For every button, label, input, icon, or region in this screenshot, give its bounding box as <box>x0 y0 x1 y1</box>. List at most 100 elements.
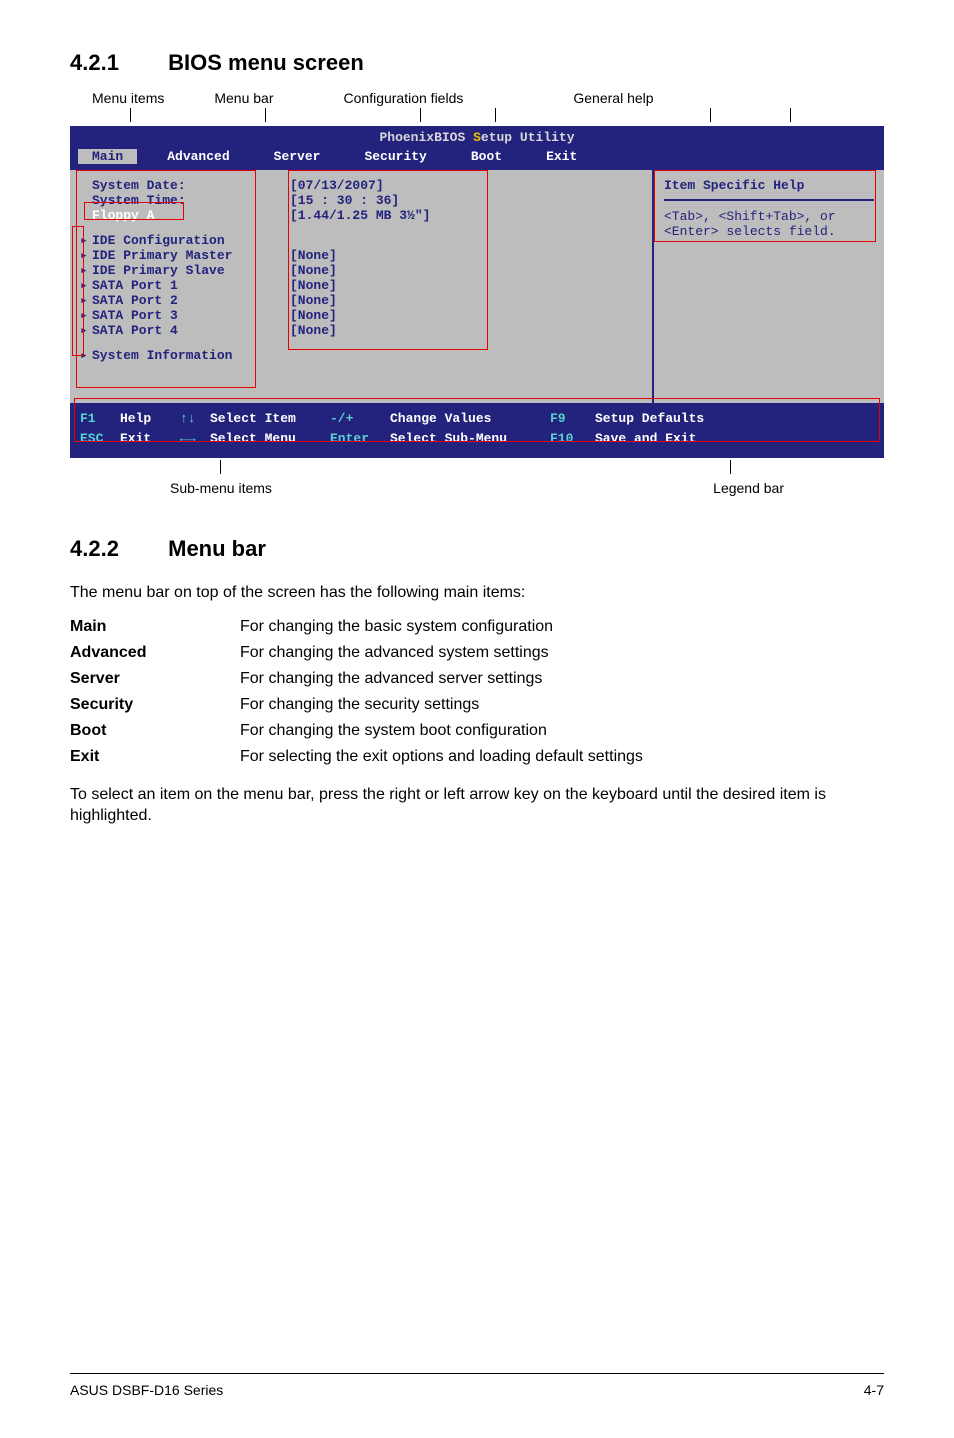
after-table-text: To select an item on the menu bar, press… <box>70 784 884 827</box>
legend-setup-defaults: Setup Defaults <box>595 409 704 429</box>
row-ide-config[interactable]: ▸IDE Configuration <box>80 233 642 248</box>
tab-exit[interactable]: Exit <box>524 149 599 164</box>
label-sata2: SATA Port 2 <box>92 293 178 308</box>
legend-save-exit: Save and Exit <box>595 429 696 449</box>
footer-right: 4-7 <box>864 1382 884 1398</box>
legend-f10: F10 <box>550 429 595 449</box>
submenu-arrow-icon: ▸ <box>80 263 92 278</box>
page-footer: ASUS DSBF-D16 Series 4-7 <box>70 1382 884 1398</box>
value-sata4: [None] <box>290 323 337 338</box>
section-number-2: 4.2.2 <box>70 536 162 562</box>
term-boot: Boot <box>70 718 240 744</box>
bios-help-panel: Item Specific Help <Tab>, <Shift+Tab>, o… <box>654 170 884 403</box>
tab-boot[interactable]: Boot <box>449 149 524 164</box>
diagram-top-labels: Menu items Menu bar Configuration fields… <box>70 90 884 106</box>
label-general-help: General help <box>573 90 653 106</box>
label-system-info: System Information <box>92 348 232 363</box>
row-ide-primary-slave[interactable]: ▸IDE Primary Slave [None] <box>80 263 642 278</box>
row-system-time[interactable]: System Time: [15 : 30 : 36] <box>80 193 642 208</box>
term-advanced: Advanced <box>70 640 240 666</box>
bottom-tick-row <box>70 458 884 476</box>
legend-enter: Enter <box>330 429 390 449</box>
submenu-arrow-icon: ▸ <box>80 348 92 363</box>
legend-updown-icon: ↑↓ <box>180 409 210 429</box>
row-sata3[interactable]: ▸SATA Port 3 [None] <box>80 308 642 323</box>
submenu-arrow-icon: ▸ <box>80 233 92 248</box>
bios-screen: PhoenixBIOS Setup Utility Main Advanced … <box>70 126 884 458</box>
bios-left-panel: System Date: [07/13/2007] System Time: [… <box>70 170 654 403</box>
legend-f9: F9 <box>550 409 595 429</box>
term-security: Security <box>70 692 240 718</box>
label-floppy-a: Floppy A <box>80 208 290 223</box>
submenu-arrow-icon: ▸ <box>80 308 92 323</box>
label-system-date: System Date: <box>80 178 290 193</box>
value-system-time: [15 : 30 : 36] <box>290 193 399 208</box>
desc-boot: For changing the system boot configurati… <box>240 718 643 744</box>
table-row: BootFor changing the system boot configu… <box>70 718 643 744</box>
submenu-arrow-icon: ▸ <box>80 278 92 293</box>
tab-server[interactable]: Server <box>252 149 343 164</box>
tab-advanced[interactable]: Advanced <box>145 149 251 164</box>
help-header: Item Specific Help <box>664 178 874 201</box>
legend-f1: F1 <box>80 409 120 429</box>
submenu-arrow-icon: ▸ <box>80 248 92 263</box>
section-number: 4.2.1 <box>70 50 162 76</box>
label-ide-config: IDE Configuration <box>92 233 225 248</box>
table-row: ExitFor selecting the exit options and l… <box>70 744 643 770</box>
value-system-date: [07/13/2007] <box>290 178 384 193</box>
bios-title-s: S <box>473 130 481 145</box>
row-sata2[interactable]: ▸SATA Port 2 [None] <box>80 293 642 308</box>
menubar-description: The menu bar on top of the screen has th… <box>70 582 884 604</box>
tab-main[interactable]: Main <box>78 149 137 164</box>
term-server: Server <box>70 666 240 692</box>
legend-minus-plus: -/+ <box>330 409 390 429</box>
desc-server: For changing the advanced server setting… <box>240 666 643 692</box>
value-sata1: [None] <box>290 278 337 293</box>
top-tick-row <box>70 108 884 126</box>
row-ide-primary-master[interactable]: ▸IDE Primary Master [None] <box>80 248 642 263</box>
section-title-text: BIOS menu screen <box>168 50 364 75</box>
desc-exit: For selecting the exit options and loadi… <box>240 744 643 770</box>
menu-definitions-table: MainFor changing the basic system config… <box>70 614 643 770</box>
label-ide-primary-slave: IDE Primary Slave <box>92 263 225 278</box>
legend-esc: ESC <box>80 429 120 449</box>
legend-exit: Exit <box>120 429 180 449</box>
bios-legend-bar: F1 Help ↑↓ Select Item -/+ Change Values… <box>70 403 884 458</box>
bios-titlebar: PhoenixBIOS Setup Utility <box>70 126 884 147</box>
row-floppy-a[interactable]: Floppy A [1.44/1.25 MB 3½"] <box>80 208 642 223</box>
row-sata1[interactable]: ▸SATA Port 1 [None] <box>80 278 642 293</box>
label-sub-menu-items: Sub-menu items <box>170 480 272 496</box>
section-heading-421: 4.2.1 BIOS menu screen <box>70 50 884 76</box>
bios-title-prefix: PhoenixBIOS <box>379 130 473 145</box>
footer-divider <box>70 1373 884 1374</box>
row-sata4[interactable]: ▸SATA Port 4 [None] <box>80 323 642 338</box>
desc-main: For changing the basic system configurat… <box>240 614 643 640</box>
diagram-bottom-labels: Sub-menu items Legend bar <box>70 480 884 496</box>
section-title-text-2: Menu bar <box>168 536 266 561</box>
row-system-info[interactable]: ▸System Information <box>80 348 642 363</box>
term-exit: Exit <box>70 744 240 770</box>
footer-left: ASUS DSBF-D16 Series <box>70 1382 223 1398</box>
desc-advanced: For changing the advanced system setting… <box>240 640 643 666</box>
label-legend-bar: Legend bar <box>713 480 784 496</box>
legend-select-sub: Select Sub-Menu <box>390 429 550 449</box>
label-ide-primary-master: IDE Primary Master <box>92 248 232 263</box>
table-row: AdvancedFor changing the advanced system… <box>70 640 643 666</box>
value-ide-primary-slave: [None] <box>290 263 337 278</box>
desc-security: For changing the security settings <box>240 692 643 718</box>
value-sata3: [None] <box>290 308 337 323</box>
row-system-date[interactable]: System Date: [07/13/2007] <box>80 178 642 193</box>
bios-menubar: Main Advanced Server Security Boot Exit <box>70 147 884 168</box>
value-ide-primary-master: [None] <box>290 248 337 263</box>
term-main: Main <box>70 614 240 640</box>
table-row: ServerFor changing the advanced server s… <box>70 666 643 692</box>
label-sata4: SATA Port 4 <box>92 323 178 338</box>
table-row: MainFor changing the basic system config… <box>70 614 643 640</box>
submenu-arrow-icon: ▸ <box>80 293 92 308</box>
label-config-fields: Configuration fields <box>344 90 464 106</box>
value-sata2: [None] <box>290 293 337 308</box>
legend-select-item: Select Item <box>210 409 330 429</box>
help-text: <Tab>, <Shift+Tab>, or <Enter> selects f… <box>664 209 874 239</box>
bios-body: System Date: [07/13/2007] System Time: [… <box>70 168 884 403</box>
tab-security[interactable]: Security <box>342 149 448 164</box>
